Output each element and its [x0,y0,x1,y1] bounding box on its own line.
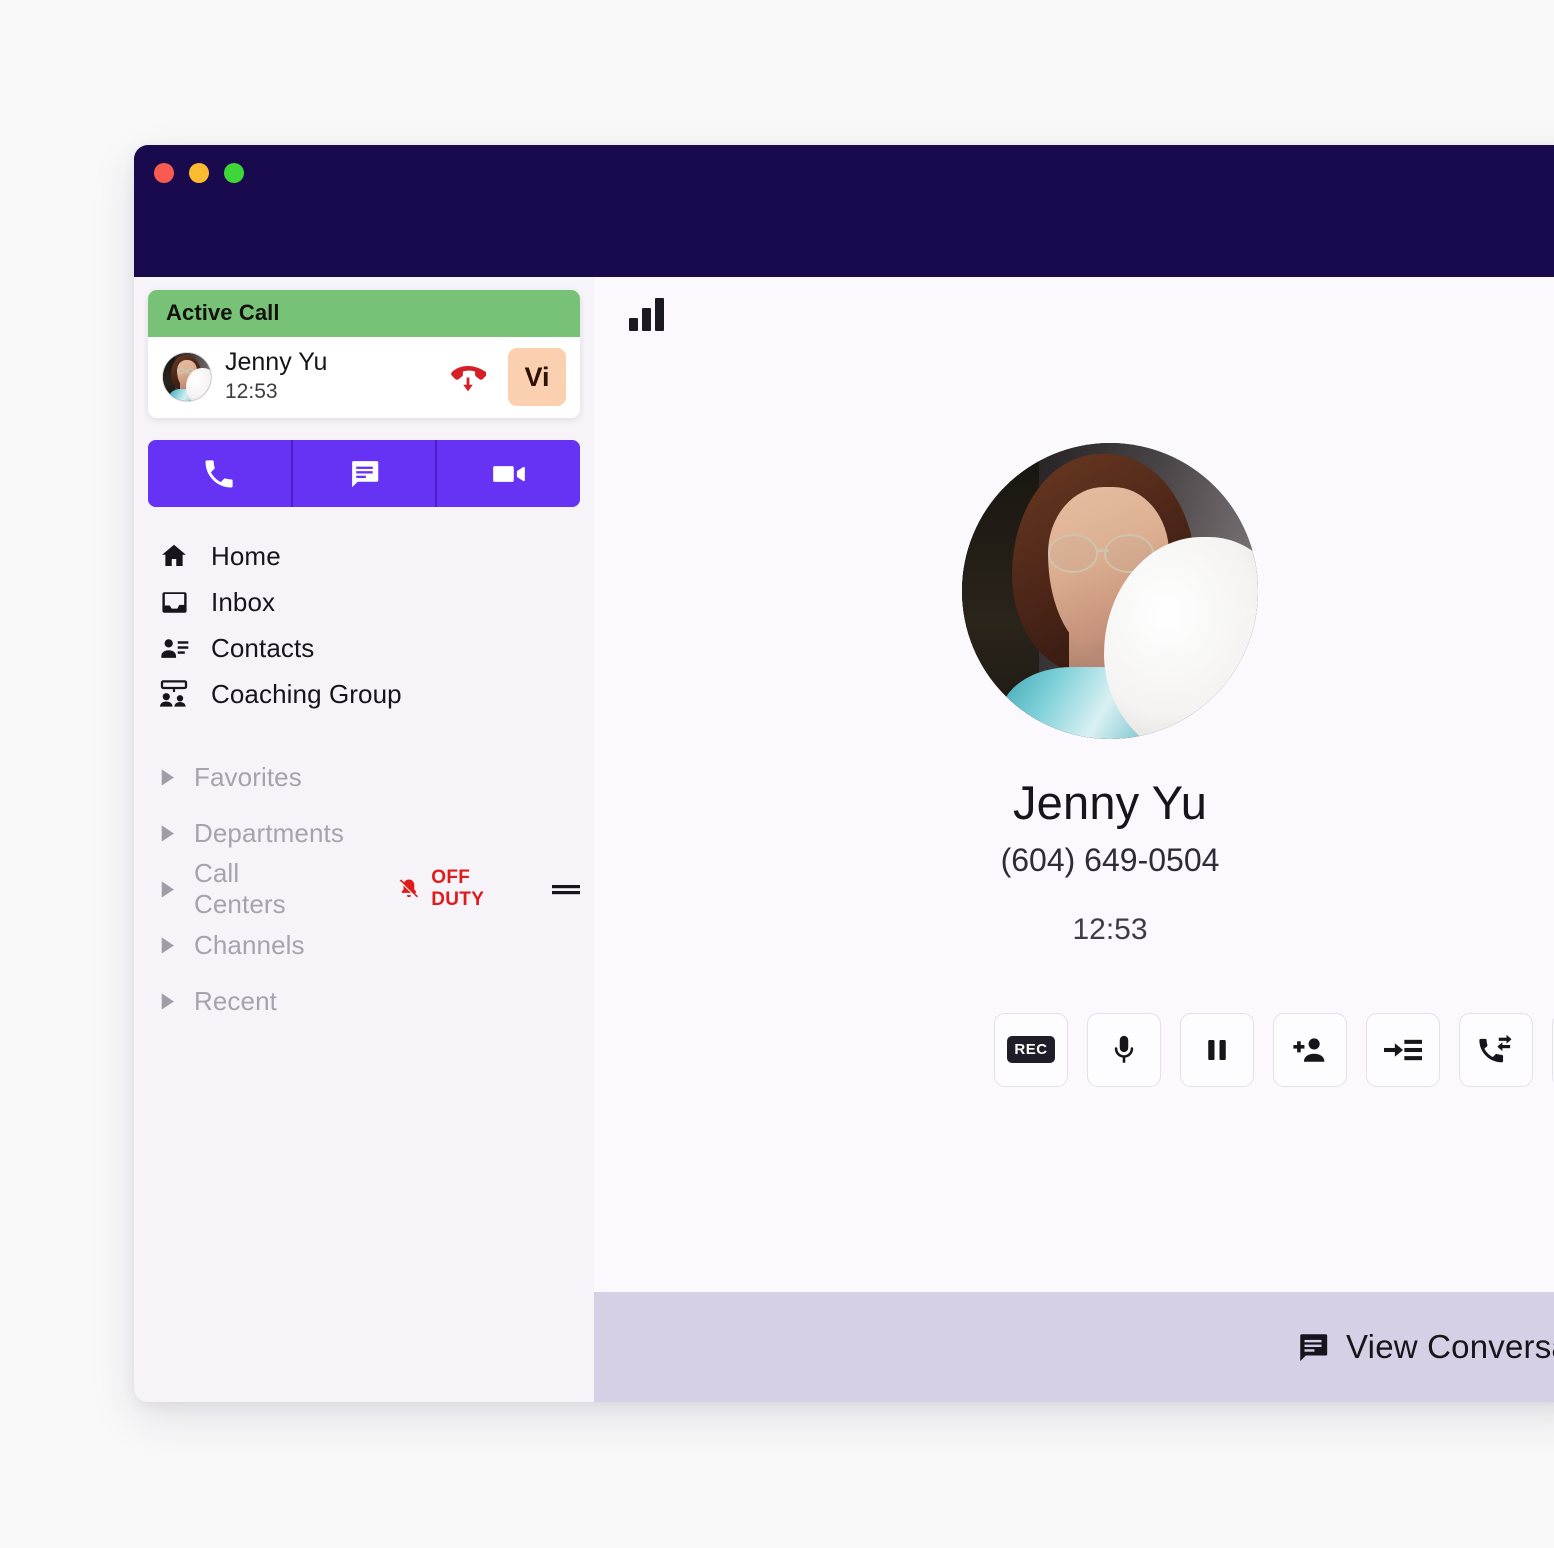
inbox-icon [157,585,191,619]
maximize-window-button[interactable] [224,163,244,183]
close-window-button[interactable] [154,163,174,183]
call-main-pane: Jenny Yu (604) 649-0504 12:53 REC View C… [594,277,1554,1402]
sidebar-item-inbox[interactable]: Inbox [148,579,580,625]
caret-right-icon [160,936,186,955]
caller-phone-number: (604) 649-0504 [1000,841,1220,878]
rec-icon: REC [1007,1036,1055,1063]
traffic-light-controls [154,163,244,183]
active-call-body: Jenny Yu 12:53 Vi [148,337,580,418]
hold-button[interactable] [1180,1012,1254,1087]
pause-icon [1208,1039,1226,1060]
caret-right-icon [160,880,186,899]
sidebar-item-label: Inbox [211,586,276,617]
message-button[interactable] [290,440,436,507]
window-titlebar [134,145,1554,277]
sidebar-nav-list: Home Inbox Contacts Coaching Group [148,533,580,717]
signal-bars-icon [629,297,664,331]
minimize-window-button[interactable] [189,163,209,183]
microphone-icon [1114,1035,1134,1063]
active-call-duration: 12:53 [225,380,278,404]
contact-list-icon [157,631,191,665]
transfer-button[interactable] [1366,1012,1440,1087]
sidebar-group-recent[interactable]: Recent [148,973,580,1029]
call-end-down-icon [451,366,486,392]
caller-name: Jenny Yu [1012,775,1208,829]
off-duty-status-badge[interactable]: OFF DUTY [397,867,528,911]
sidebar-group-label: Favorites [194,761,302,792]
mute-button[interactable] [1087,1012,1161,1087]
add-participant-button[interactable] [1273,1012,1347,1087]
call-duration-timer: 12:53 [1072,912,1148,946]
active-call-header: Active Call [148,290,580,337]
sidebar-item-contacts[interactable]: Contacts [148,625,580,671]
active-call-card: Active Call Jenny Yu 12:53 Vi [148,290,580,418]
chat-bubble-icon [351,461,378,488]
sidebar-group-list: Favorites Departments Call Centers OFF D… [148,749,580,1029]
sidebar-group-label: Departments [194,817,344,848]
view-conversation-bar[interactable]: View Conversation [594,1292,1554,1402]
sidebar-group-call-centers[interactable]: Call Centers OFF DUTY [148,858,580,919]
coaching-group-icon [157,677,191,711]
sidebar: Active Call Jenny Yu 12:53 Vi Home Inbox… [134,277,594,1402]
arrow-to-list-icon [1384,1039,1422,1060]
person-add-icon [1293,1037,1325,1062]
sidebar-group-label: Recent [194,985,277,1016]
call-swap-button[interactable] [1459,1012,1533,1087]
off-duty-label: OFF DUTY [431,867,485,910]
end-call-button[interactable] [447,356,489,398]
view-conversation-label: View Conversation [1346,1328,1554,1365]
caret-right-icon [160,768,186,787]
phone-icon [205,459,233,487]
sidebar-group-label: Channels [194,929,305,960]
phone-call-button[interactable] [148,440,291,507]
quick-action-bar [148,440,580,507]
app-window: Active Call Jenny Yu 12:53 Vi Home Inbox… [134,145,1554,1402]
sidebar-item-coaching-group[interactable]: Coaching Group [148,671,580,717]
sidebar-group-label: Call Centers [194,858,286,919]
caller-initials-badge[interactable]: Vi [508,348,566,406]
phone-transfer-icon [1479,1034,1512,1062]
record-button[interactable]: REC [994,1012,1068,1087]
chat-bubble-icon [1300,1334,1328,1362]
call-controls-row: REC [994,1012,1554,1087]
call-stage: Jenny Yu (604) 649-0504 12:53 REC [594,277,1554,1292]
sidebar-item-label: Coaching Group [211,678,402,709]
sidebar-group-favorites[interactable]: Favorites [148,749,580,805]
active-call-caller-name: Jenny Yu [225,348,328,377]
video-camera-icon [492,465,525,482]
caller-avatar [962,442,1258,739]
window-body: Active Call Jenny Yu 12:53 Vi Home Inbox… [134,277,1554,1402]
active-call-meta: Jenny Yu 12:53 [225,348,434,405]
sidebar-group-channels[interactable]: Channels [148,917,580,973]
home-icon [157,539,191,573]
caret-right-icon [160,992,186,1011]
caller-thumbnail-avatar [162,352,212,402]
caret-right-icon [160,824,186,843]
sidebar-item-label: Contacts [211,632,315,663]
drag-handle-icon[interactable] [552,881,580,898]
video-call-button[interactable] [435,440,580,507]
sidebar-item-label: Home [211,540,281,571]
sidebar-item-home[interactable]: Home [148,533,580,579]
bell-off-icon [400,879,419,899]
sidebar-group-departments[interactable]: Departments [148,805,580,861]
